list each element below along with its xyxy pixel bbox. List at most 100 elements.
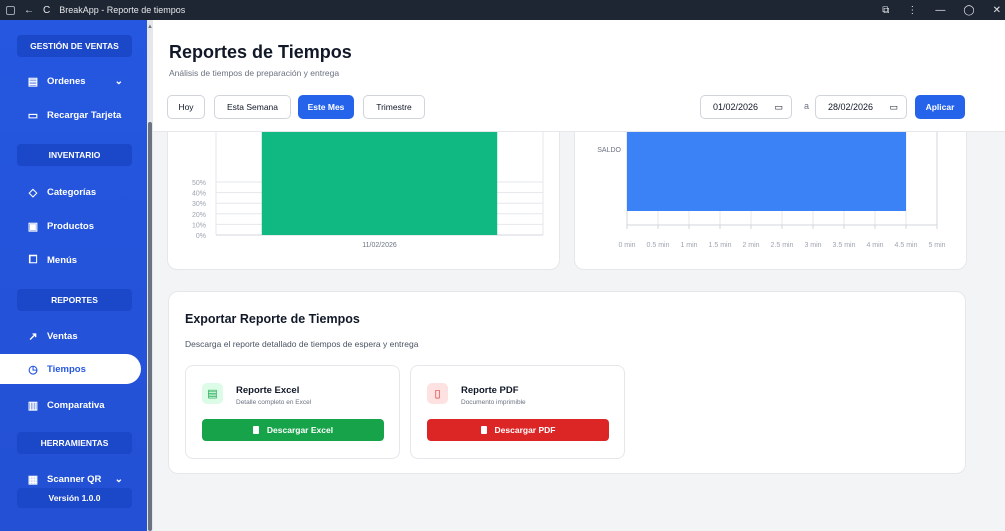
y-tick-label: 20% [192, 212, 206, 219]
sidebar-item-productos[interactable]: ▣ Productos [0, 211, 141, 241]
window-titlebar: ← C BreakApp - Reporte de tiempos ⧉ ⋮ — … [0, 0, 1005, 20]
y-tick-label: 40% [192, 191, 206, 198]
x-tick-label: 0.5 min [647, 242, 670, 249]
filter-este-mes-button[interactable]: Este Mes [298, 95, 354, 119]
x-tick-label: 4 min [866, 242, 883, 249]
orders-icon: ▤ [27, 75, 39, 88]
pdf-report-title: Reporte PDF [461, 385, 519, 396]
section-gestion-ventas: GESTIÓN DE VENTAS [17, 35, 132, 57]
page-header: Reportes de Tiempos Análisis de tiempos … [153, 20, 1005, 132]
section-inventario: INVENTARIO [17, 144, 132, 166]
pdf-report-card: ▯ Reporte PDF Documento imprimible Desca… [410, 365, 625, 459]
date-from-value: 01/02/2026 [713, 102, 759, 112]
excel-file-icon: ▤ [202, 383, 223, 404]
chart-icon: ▥ [27, 399, 39, 412]
x-tick-label: 3.5 min [833, 242, 856, 249]
sidebar-item-label: Productos [47, 220, 94, 232]
date-to-input[interactable]: 28/02/2026 ▭ [815, 95, 907, 119]
sidebar-item-comparativa[interactable]: ▥ Comparativa [0, 390, 141, 420]
sidebar-item-recargar-tarjeta[interactable]: ▭ Recargar Tarjeta [0, 100, 141, 130]
scrollbar-thumb[interactable] [148, 122, 152, 531]
sidebar-item-label: Comparativa [47, 399, 105, 411]
x-tick-label: 2.5 min [771, 242, 794, 249]
x-tick-label: 0 min [618, 242, 635, 249]
x-tick-label: 1.5 min [709, 242, 732, 249]
x-tick-label: 4.5 min [895, 242, 918, 249]
calendar-icon[interactable]: ▭ [774, 102, 783, 113]
export-description: Descarga el reporte detallado de tiempos… [185, 339, 419, 349]
maximize-icon[interactable]: ◯ [963, 5, 974, 16]
pdf-report-subtitle: Documento imprimible [461, 399, 526, 406]
saldo-times-chart: 0 min 0.5 min 1 min 1.5 min 2 min 2.5 min 3 mi… [597, 122, 946, 249]
qr-icon: ▦ [27, 473, 39, 486]
sidebar-item-categorias[interactable]: ◇ Categorías [0, 177, 141, 207]
minimize-icon[interactable]: — [935, 5, 945, 16]
close-icon[interactable]: ✕ [993, 5, 1001, 16]
filter-trimestre-button[interactable]: Trimestre [363, 95, 425, 119]
sidebar-item-ventas[interactable]: ↗ Ventas [0, 321, 141, 351]
date-to-value: 28/02/2026 [828, 102, 874, 112]
y-tick-label: SALDO [597, 147, 621, 154]
download-excel-label: Descargar Excel [266, 425, 334, 435]
app-icon [6, 5, 15, 15]
daily-times-chart-card: 0% 10% 20% 30% 40% 50% 11/02/2026 [167, 122, 560, 270]
saldo-times-chart-card: 0 min 0.5 min 1 min 1.5 min 2 min 2.5 min 3 mi… [574, 122, 967, 270]
page-title: Reportes de Tiempos [169, 42, 352, 62]
filter-esta-semana-button[interactable]: Esta Semana [214, 95, 291, 119]
menu-icon[interactable]: ⋮ [907, 5, 917, 16]
y-tick-label: 50% [192, 180, 206, 187]
excel-report-title: Reporte Excel [236, 385, 300, 396]
book-icon: ⧠ [28, 253, 38, 266]
x-tick-label: 3 min [804, 242, 821, 249]
apply-button[interactable]: Aplicar [915, 95, 965, 119]
sidebar-item-label: Recargar Tarjeta [47, 109, 122, 121]
date-separator: a [804, 101, 810, 111]
reload-icon[interactable]: C [43, 5, 50, 16]
x-tick-label: 5 min [928, 242, 945, 249]
download-excel-button[interactable]: Descargar Excel [202, 419, 384, 441]
tag-icon: ◇ [28, 186, 38, 199]
date-from-input[interactable]: 01/02/2026 ▭ [700, 95, 792, 119]
sidebar-item-label: Scanner QR [47, 473, 102, 485]
y-tick-label: 10% [192, 222, 206, 229]
sidebar-item-label: Ordenes [47, 75, 86, 87]
sidebar-item-label: Categorías [47, 186, 97, 198]
file-icon [480, 426, 487, 434]
chevron-down-icon: ⌄ [114, 473, 123, 485]
download-pdf-button[interactable]: Descargar PDF [427, 419, 609, 441]
x-tick-label: 11/02/2026 [362, 242, 397, 249]
sidebar-item-label: Tiempos [47, 363, 86, 375]
download-pdf-label: Descargar PDF [494, 425, 556, 435]
sidebar: GESTIÓN DE VENTAS ▤ Ordenes ⌄ ▭ Recargar… [0, 20, 147, 531]
box-icon: ▣ [27, 220, 39, 233]
file-icon [252, 426, 259, 434]
section-reportes: REPORTES [17, 289, 132, 311]
clock-icon: ◷ [28, 363, 38, 376]
sidebar-item-tiempos[interactable]: ◷ Tiempos [0, 354, 141, 384]
version-badge: Versión 1.0.0 [17, 488, 132, 508]
x-tick-label: 1 min [680, 242, 697, 249]
sidebar-item-label: Menús [47, 254, 78, 266]
bar [261, 129, 498, 235]
y-tick-label: 30% [192, 201, 206, 208]
calendar-icon[interactable]: ▭ [889, 102, 898, 113]
trend-icon: ↗ [28, 330, 38, 343]
excel-report-card: ▤ Reporte Excel Detalle completo en Exce… [185, 365, 400, 459]
x-tick-label: 2 min [742, 242, 759, 249]
filter-hoy-button[interactable]: Hoy [167, 95, 205, 119]
window-title: BreakApp - Reporte de tiempos [59, 5, 186, 15]
sidebar-item-ordenes[interactable]: ▤ Ordenes ⌄ [0, 66, 141, 96]
pdf-file-icon: ▯ [427, 383, 448, 404]
card-icon: ▭ [27, 109, 39, 122]
back-icon[interactable]: ← [24, 5, 34, 16]
sidebar-item-menus[interactable]: ⧠ Menús [0, 245, 141, 275]
bar [627, 122, 906, 211]
export-card: Exportar Reporte de Tiempos Descarga el … [168, 291, 966, 474]
page-subtitle: Análisis de tiempos de preparación y ent… [169, 68, 340, 78]
extensions-icon[interactable]: ⧉ [882, 5, 889, 16]
daily-times-chart: 0% 10% 20% 30% 40% 50% 11/02/2026 [192, 122, 544, 249]
sidebar-item-label: Ventas [47, 330, 78, 342]
excel-report-subtitle: Detalle completo en Excel [236, 399, 312, 406]
chevron-down-icon: ⌄ [114, 75, 123, 87]
y-tick-label: 0% [196, 233, 206, 240]
